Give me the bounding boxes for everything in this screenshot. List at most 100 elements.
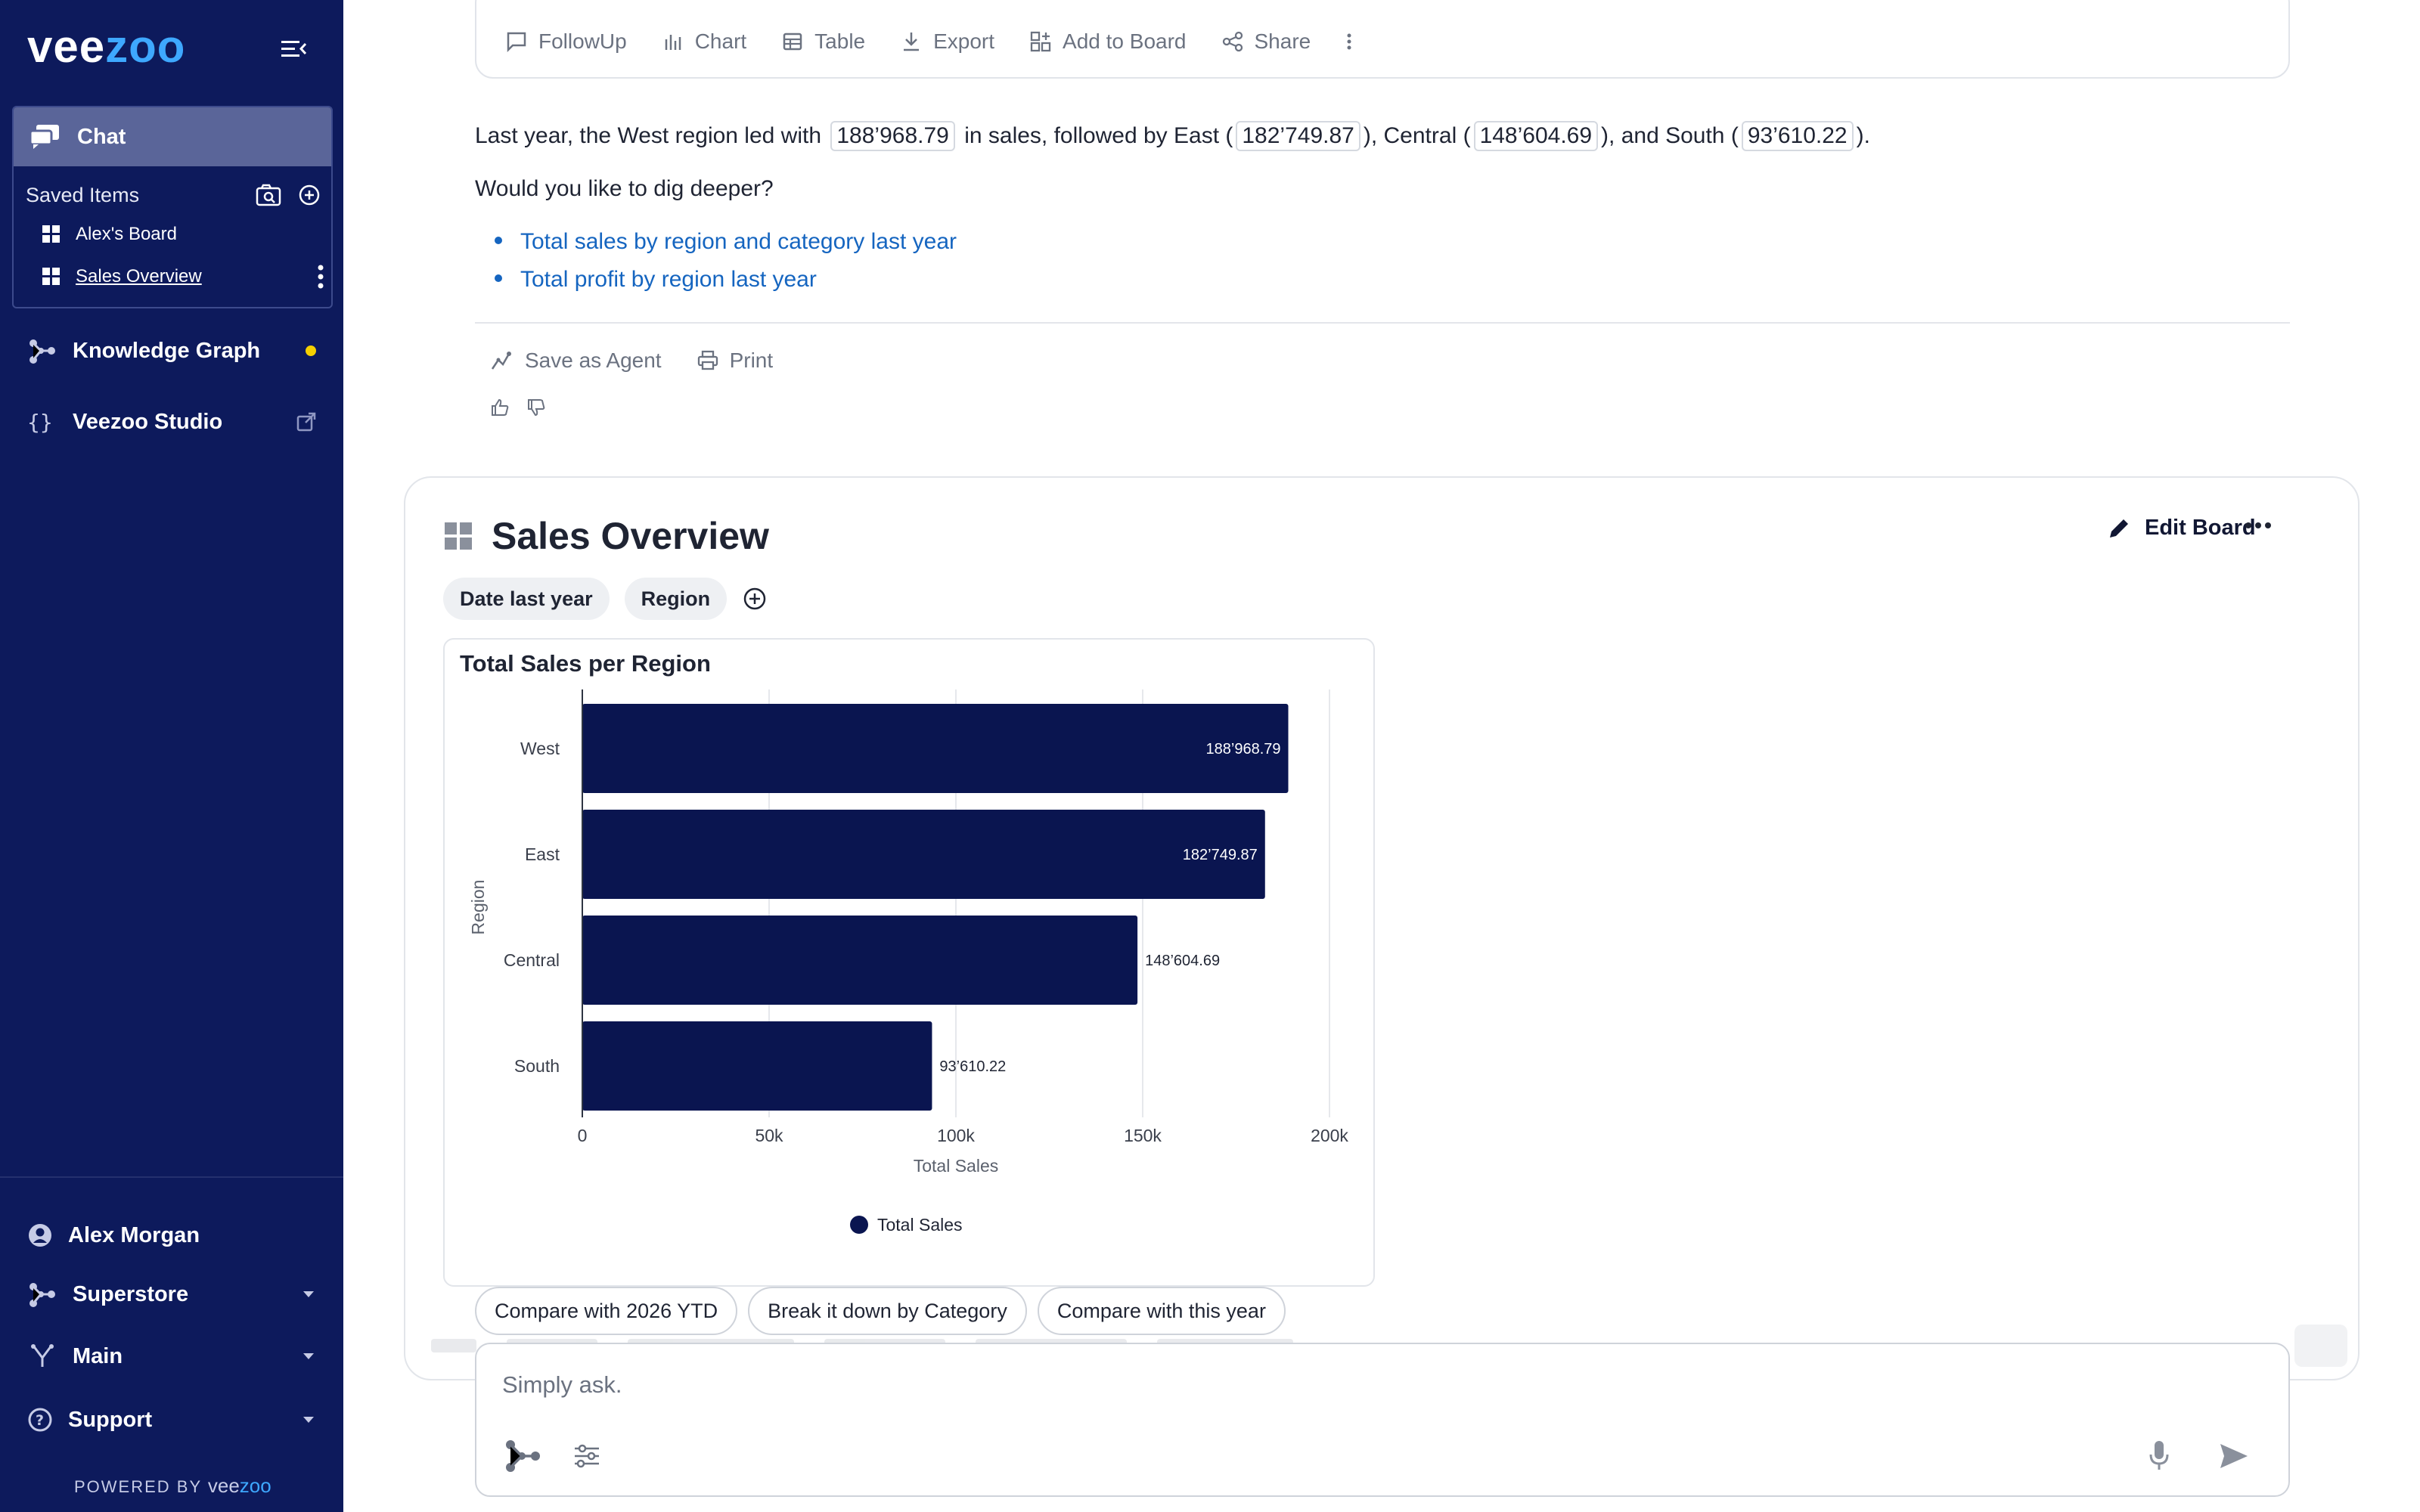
chat-label: Chat	[77, 124, 126, 149]
sidebar-item-superstore[interactable]: Superstore	[27, 1273, 322, 1315]
send-icon[interactable]	[2217, 1439, 2251, 1473]
board-more-button[interactable]	[2245, 520, 2272, 534]
sidebar-item-support[interactable]: ? Support	[27, 1399, 322, 1441]
agent-icon	[491, 352, 511, 370]
sidebar-item-user[interactable]: Alex Morgan	[27, 1214, 322, 1256]
category-label: East	[525, 844, 560, 864]
followup-chip[interactable]: Break it down by Category	[748, 1287, 1027, 1335]
print-button[interactable]: Print	[697, 349, 773, 373]
export-button[interactable]: Export	[900, 29, 994, 54]
board-header: Sales Overview	[445, 514, 769, 558]
edit-board-button[interactable]: Edit Board	[2107, 516, 2256, 541]
sidebar-item-knowledge-graph[interactable]: Knowledge Graph	[27, 330, 322, 372]
svg-text:{}: {}	[27, 410, 53, 435]
bar-south	[582, 1021, 932, 1111]
suggestion-link[interactable]: Total sales by region and category last …	[495, 225, 957, 259]
braces-icon: {}	[27, 410, 53, 435]
sidebar-item-chat[interactable]: Chat	[14, 107, 331, 166]
thumbs-down-icon[interactable]	[526, 398, 546, 417]
svg-text:?: ?	[36, 1412, 44, 1429]
sidebar-item-veezoo-studio[interactable]: {} Veezoo Studio	[27, 401, 322, 443]
value-east: 182’749.87	[1236, 121, 1360, 151]
x-tick-label: 150k	[1124, 1126, 1162, 1145]
table-icon	[783, 33, 802, 51]
powered-by: POWERED BY veezoo	[74, 1474, 271, 1497]
board-filters: Date last year Region	[443, 578, 768, 620]
bar-value-label: 93’610.22	[939, 1058, 1006, 1075]
nav-label: Main	[73, 1343, 123, 1368]
collapse-sidebar-button[interactable]	[272, 30, 315, 68]
value-central: 148’604.69	[1473, 121, 1599, 151]
filter-chip-region[interactable]: Region	[624, 578, 728, 620]
filter-chip-date[interactable]: Date last year	[443, 578, 610, 620]
bar-west	[582, 704, 1289, 793]
microphone-icon[interactable]	[2148, 1439, 2170, 1473]
add-to-board-button[interactable]: Add to Board	[1029, 29, 1187, 54]
followup-button[interactable]: FollowUp	[505, 29, 627, 54]
user-name: Alex Morgan	[68, 1222, 200, 1247]
caret-down-icon	[303, 1353, 314, 1359]
x-tick-label: 0	[578, 1126, 588, 1145]
saved-items-header: Saved Items	[26, 180, 321, 210]
board-title: Sales Overview	[492, 515, 769, 557]
share-icon	[1222, 31, 1243, 52]
saved-item-sales-overview[interactable]: Sales Overview	[42, 260, 330, 293]
category-label: South	[514, 1056, 560, 1076]
saved-search-icon[interactable]	[256, 184, 281, 206]
board-grid-icon	[42, 268, 60, 285]
answer-actions: Save as Agent Print	[490, 342, 773, 380]
help-circle-icon: ?	[28, 1408, 52, 1432]
collapse-menu-icon	[281, 41, 307, 57]
bar-central	[582, 916, 1138, 1005]
bar-east	[582, 810, 1265, 899]
faded-side-button	[2294, 1325, 2347, 1367]
kebab-menu-icon	[1347, 33, 1351, 50]
share-button[interactable]: Share	[1221, 29, 1311, 54]
chat-bubbles-icon	[29, 125, 59, 149]
answer-text: Last year, the West region led with 188’…	[475, 118, 1870, 154]
dig-deeper-question: Would you like to dig deeper?	[475, 176, 774, 201]
answer-toolbar: FollowUp Chart Table Export Add to Board…	[505, 23, 1353, 60]
comment-icon	[507, 32, 526, 53]
pencil-icon	[2110, 519, 2128, 538]
toolbar-more-button[interactable]	[1345, 30, 1353, 53]
nav-label: Knowledge Graph	[73, 338, 261, 363]
bar-value-label: 148’604.69	[1145, 953, 1220, 969]
feedback-buttons	[490, 398, 546, 417]
add-to-board-icon	[1030, 31, 1051, 52]
sidebar: veezoo Chat Saved Items Alex's Board Sal…	[0, 0, 343, 1512]
table-button[interactable]: Table	[781, 29, 865, 54]
y-axis-title: Region	[468, 880, 488, 935]
followup-chip[interactable]: Compare with 2026 YTD	[475, 1287, 738, 1335]
knowledge-graph-icon[interactable]	[504, 1438, 541, 1474]
nav-label: Support	[68, 1407, 153, 1432]
saved-item-alexs-board[interactable]: Alex's Board	[42, 218, 330, 251]
category-label: West	[520, 739, 560, 758]
more-horizontal-icon	[2245, 522, 2271, 528]
chart-button[interactable]: Chart	[662, 29, 746, 54]
followup-chip[interactable]: Compare with this year	[1037, 1287, 1286, 1335]
divider	[475, 322, 2290, 324]
followup-suggestions: Compare with 2026 YTD Break it down by C…	[475, 1287, 1286, 1335]
saved-item-label: Sales Overview	[76, 266, 202, 287]
ask-input[interactable]	[502, 1362, 2166, 1408]
add-filter-icon[interactable]	[742, 586, 768, 612]
bar-chart: 188’968.79 West 182’749.87 East 148’604.69 Ce…	[468, 689, 1348, 1235]
save-as-agent-button[interactable]: Save as Agent	[490, 349, 662, 373]
caret-down-icon	[303, 1291, 314, 1297]
thumbs-up-icon[interactable]	[490, 398, 510, 417]
sidebar-item-main[interactable]: Main	[27, 1335, 322, 1377]
veezoo-logo[interactable]: veezoo	[27, 20, 185, 74]
add-saved-item-icon[interactable]	[298, 184, 321, 206]
suggestion-link[interactable]: Total profit by region last year	[495, 263, 817, 296]
value-west: 188’968.79	[830, 121, 955, 151]
legend-marker	[850, 1216, 868, 1234]
branch-icon	[31, 1344, 54, 1367]
download-icon	[904, 33, 920, 51]
knowledge-graph-icon	[29, 1283, 55, 1307]
sliders-icon[interactable]	[572, 1442, 602, 1470]
external-link-icon	[296, 412, 316, 432]
notification-dot	[306, 345, 316, 356]
kebab-menu-icon[interactable]	[316, 264, 325, 290]
sidebar-divider	[0, 1176, 343, 1178]
